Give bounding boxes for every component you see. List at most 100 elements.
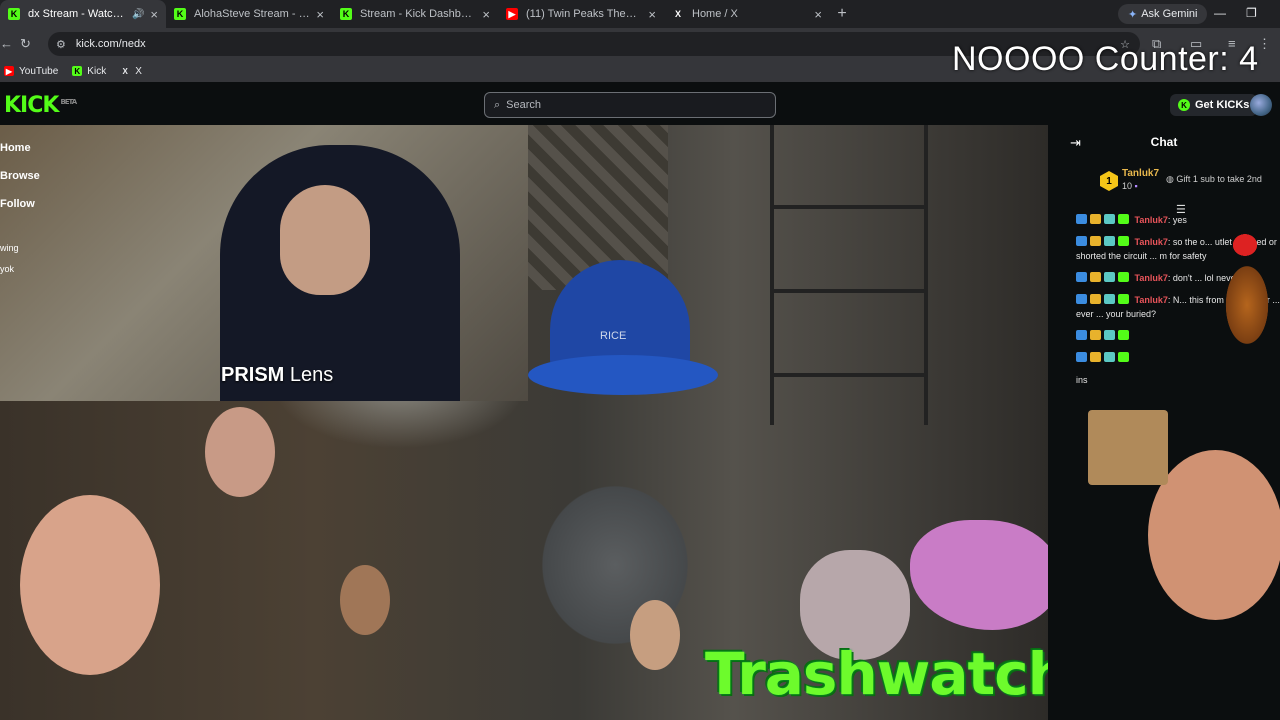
sidebar-item-browse[interactable]: Browse bbox=[0, 170, 40, 182]
trash-bag bbox=[910, 520, 1048, 630]
youtube-icon: ▶ bbox=[4, 66, 14, 76]
tab-home-x[interactable]: X Home / X × bbox=[664, 0, 830, 28]
bucket-hat: RICE bbox=[528, 260, 718, 400]
sword-badge-icon bbox=[1104, 272, 1115, 282]
sub-badge-icon bbox=[1118, 214, 1129, 224]
rank-badge: 1 bbox=[1100, 171, 1118, 191]
tab-title: (11) Twin Peaks Theme (Instrum bbox=[526, 8, 642, 20]
sidebar-item-home[interactable]: Home bbox=[0, 142, 40, 154]
minimize-icon[interactable]: — bbox=[1214, 6, 1226, 20]
sword-badge-icon bbox=[1104, 294, 1115, 304]
close-tab-icon[interactable]: × bbox=[814, 7, 822, 22]
tab-alohasteve-stream[interactable]: K AlohaSteve Stream - Watch Liv × bbox=[166, 0, 332, 28]
leaderboard-amount-value: 10 bbox=[1122, 181, 1133, 191]
new-tab-button[interactable]: + bbox=[830, 5, 854, 23]
hat-crown bbox=[550, 260, 690, 370]
bookmark-x[interactable]: X X bbox=[120, 66, 142, 77]
face-sticker bbox=[20, 495, 160, 675]
close-tab-icon[interactable]: × bbox=[316, 7, 324, 22]
beta-badge: BETA bbox=[60, 97, 77, 106]
rooster-sticker bbox=[1215, 225, 1277, 365]
badge-icon bbox=[1076, 272, 1087, 282]
kick-icon: K bbox=[340, 8, 352, 20]
sidebar-item-following-channel[interactable]: wing bbox=[0, 243, 40, 253]
x-icon: X bbox=[674, 9, 681, 19]
tab-twin-peaks[interactable]: ▶ (11) Twin Peaks Theme (Instrum × bbox=[498, 0, 664, 28]
sub-badge-icon bbox=[1118, 352, 1129, 362]
sub-badge-icon bbox=[1118, 236, 1129, 246]
chat-message: ins bbox=[1076, 373, 1280, 387]
back-icon[interactable]: ← bbox=[0, 36, 13, 51]
url-text: kick.com/nedx bbox=[75, 38, 146, 50]
streamer-face bbox=[280, 185, 370, 295]
box-sticker bbox=[1088, 410, 1168, 485]
youtube-icon: ▶ bbox=[506, 8, 518, 20]
sidebar-item-channel[interactable]: yok bbox=[0, 264, 40, 274]
chat-username[interactable]: Tanluk7 bbox=[1135, 295, 1168, 305]
prism-label-rest: Lens bbox=[284, 364, 334, 386]
kick-icon: K bbox=[72, 66, 83, 76]
face-sticker bbox=[205, 407, 275, 497]
chat-username[interactable]: Tanluk7 bbox=[1135, 237, 1168, 247]
bookmark-youtube[interactable]: ▶ YouTube bbox=[4, 66, 58, 77]
chat-title: Chat bbox=[1150, 135, 1178, 149]
chat-panel: ⇥ Chat 1 Tanluk7 10 ▪ ◍ Gift 1 sub to ta… bbox=[1048, 125, 1280, 720]
get-kicks-button[interactable]: K Get KICKs bbox=[1170, 94, 1258, 116]
more-icon[interactable]: ⋮ bbox=[1258, 36, 1271, 52]
ask-gemini-button[interactable]: ✦ Ask Gemini bbox=[1118, 4, 1208, 24]
kick-logo[interactable]: KICK BETA bbox=[4, 93, 77, 118]
x-icon: X bbox=[122, 66, 128, 76]
hat-text: RICE bbox=[600, 330, 627, 342]
webcam-panel bbox=[0, 125, 528, 401]
noooo-counter: NOOOO Counter: 4 bbox=[952, 40, 1259, 78]
crown-badge-icon bbox=[1090, 294, 1101, 304]
badge-icon bbox=[1076, 330, 1087, 340]
gift-icon: ▪ bbox=[1134, 181, 1138, 191]
get-kicks-label: Get KICKs bbox=[1195, 99, 1250, 111]
gift-sub-text: Gift 1 sub to take 2nd bbox=[1176, 174, 1262, 184]
close-tab-icon[interactable]: × bbox=[150, 7, 158, 22]
gift-leaderboard[interactable]: 1 Tanluk7 10 ▪ ◍ Gift 1 sub to take 2nd bbox=[1048, 159, 1280, 203]
gift-sub-prompt[interactable]: ◍ Gift 1 sub to take 2nd bbox=[1166, 174, 1262, 185]
search-placeholder: Search bbox=[506, 99, 542, 111]
tab-kick-dashboard[interactable]: K Stream - Kick Dashboard × bbox=[332, 0, 498, 28]
leaderboard-amount: 10 ▪ bbox=[1122, 181, 1138, 191]
sub-badge-icon bbox=[1118, 294, 1129, 304]
browser-tab-bar: K dx Stream - Watch Live o 🔊 × K AlohaSt… bbox=[0, 0, 1280, 28]
search-input[interactable]: ⌕ Search bbox=[484, 92, 776, 118]
bookmark-kick[interactable]: K Kick bbox=[72, 66, 106, 77]
chat-username[interactable]: Tanluk7 bbox=[1135, 215, 1168, 225]
sword-badge-icon bbox=[1104, 236, 1115, 246]
crown-badge-icon bbox=[1090, 352, 1101, 362]
tab-title: Home / X bbox=[692, 8, 738, 20]
close-tab-icon[interactable]: × bbox=[648, 7, 656, 22]
chat-username[interactable]: Tanluk7 bbox=[1135, 273, 1168, 283]
sub-badge-icon bbox=[1118, 272, 1129, 282]
prism-label-bold: PRISM bbox=[221, 364, 285, 386]
reload-icon[interactable]: ↻ bbox=[20, 36, 31, 52]
leaderboard-user: Tanluk7 bbox=[1122, 168, 1160, 179]
badge-icon bbox=[1076, 294, 1087, 304]
crown-badge-icon bbox=[1090, 272, 1101, 282]
sidebar-item-following[interactable]: Follow bbox=[0, 198, 40, 210]
bookmark-label: X bbox=[135, 65, 142, 77]
bookmark-label: Kick bbox=[87, 65, 107, 77]
tab-title: dx Stream - Watch Live o bbox=[28, 8, 128, 20]
chat-header: ⇥ Chat bbox=[1048, 125, 1280, 159]
crown-badge-icon bbox=[1090, 236, 1101, 246]
site-info-icon[interactable]: ⚙ bbox=[56, 38, 66, 51]
trashwatch-logo: Trashwatch bbox=[705, 640, 1069, 708]
kick-icon: K bbox=[8, 8, 20, 20]
close-tab-icon[interactable]: × bbox=[482, 7, 490, 22]
stream-video[interactable]: PRISM Lens RICE bbox=[0, 125, 1048, 720]
speaker-icon[interactable]: 🔊 bbox=[132, 9, 144, 20]
shelf-unit bbox=[770, 125, 928, 425]
tab-nedx-stream[interactable]: K dx Stream - Watch Live o 🔊 × bbox=[0, 0, 166, 28]
sword-badge-icon bbox=[1104, 214, 1115, 224]
avatar[interactable] bbox=[1250, 94, 1272, 116]
prism-lens-label: PRISM Lens bbox=[221, 364, 333, 387]
crown-badge-icon bbox=[1090, 330, 1101, 340]
chat-text: : yes bbox=[1167, 215, 1187, 225]
restore-icon[interactable]: ❐ bbox=[1246, 6, 1257, 20]
crown-badge-icon bbox=[1090, 214, 1101, 224]
